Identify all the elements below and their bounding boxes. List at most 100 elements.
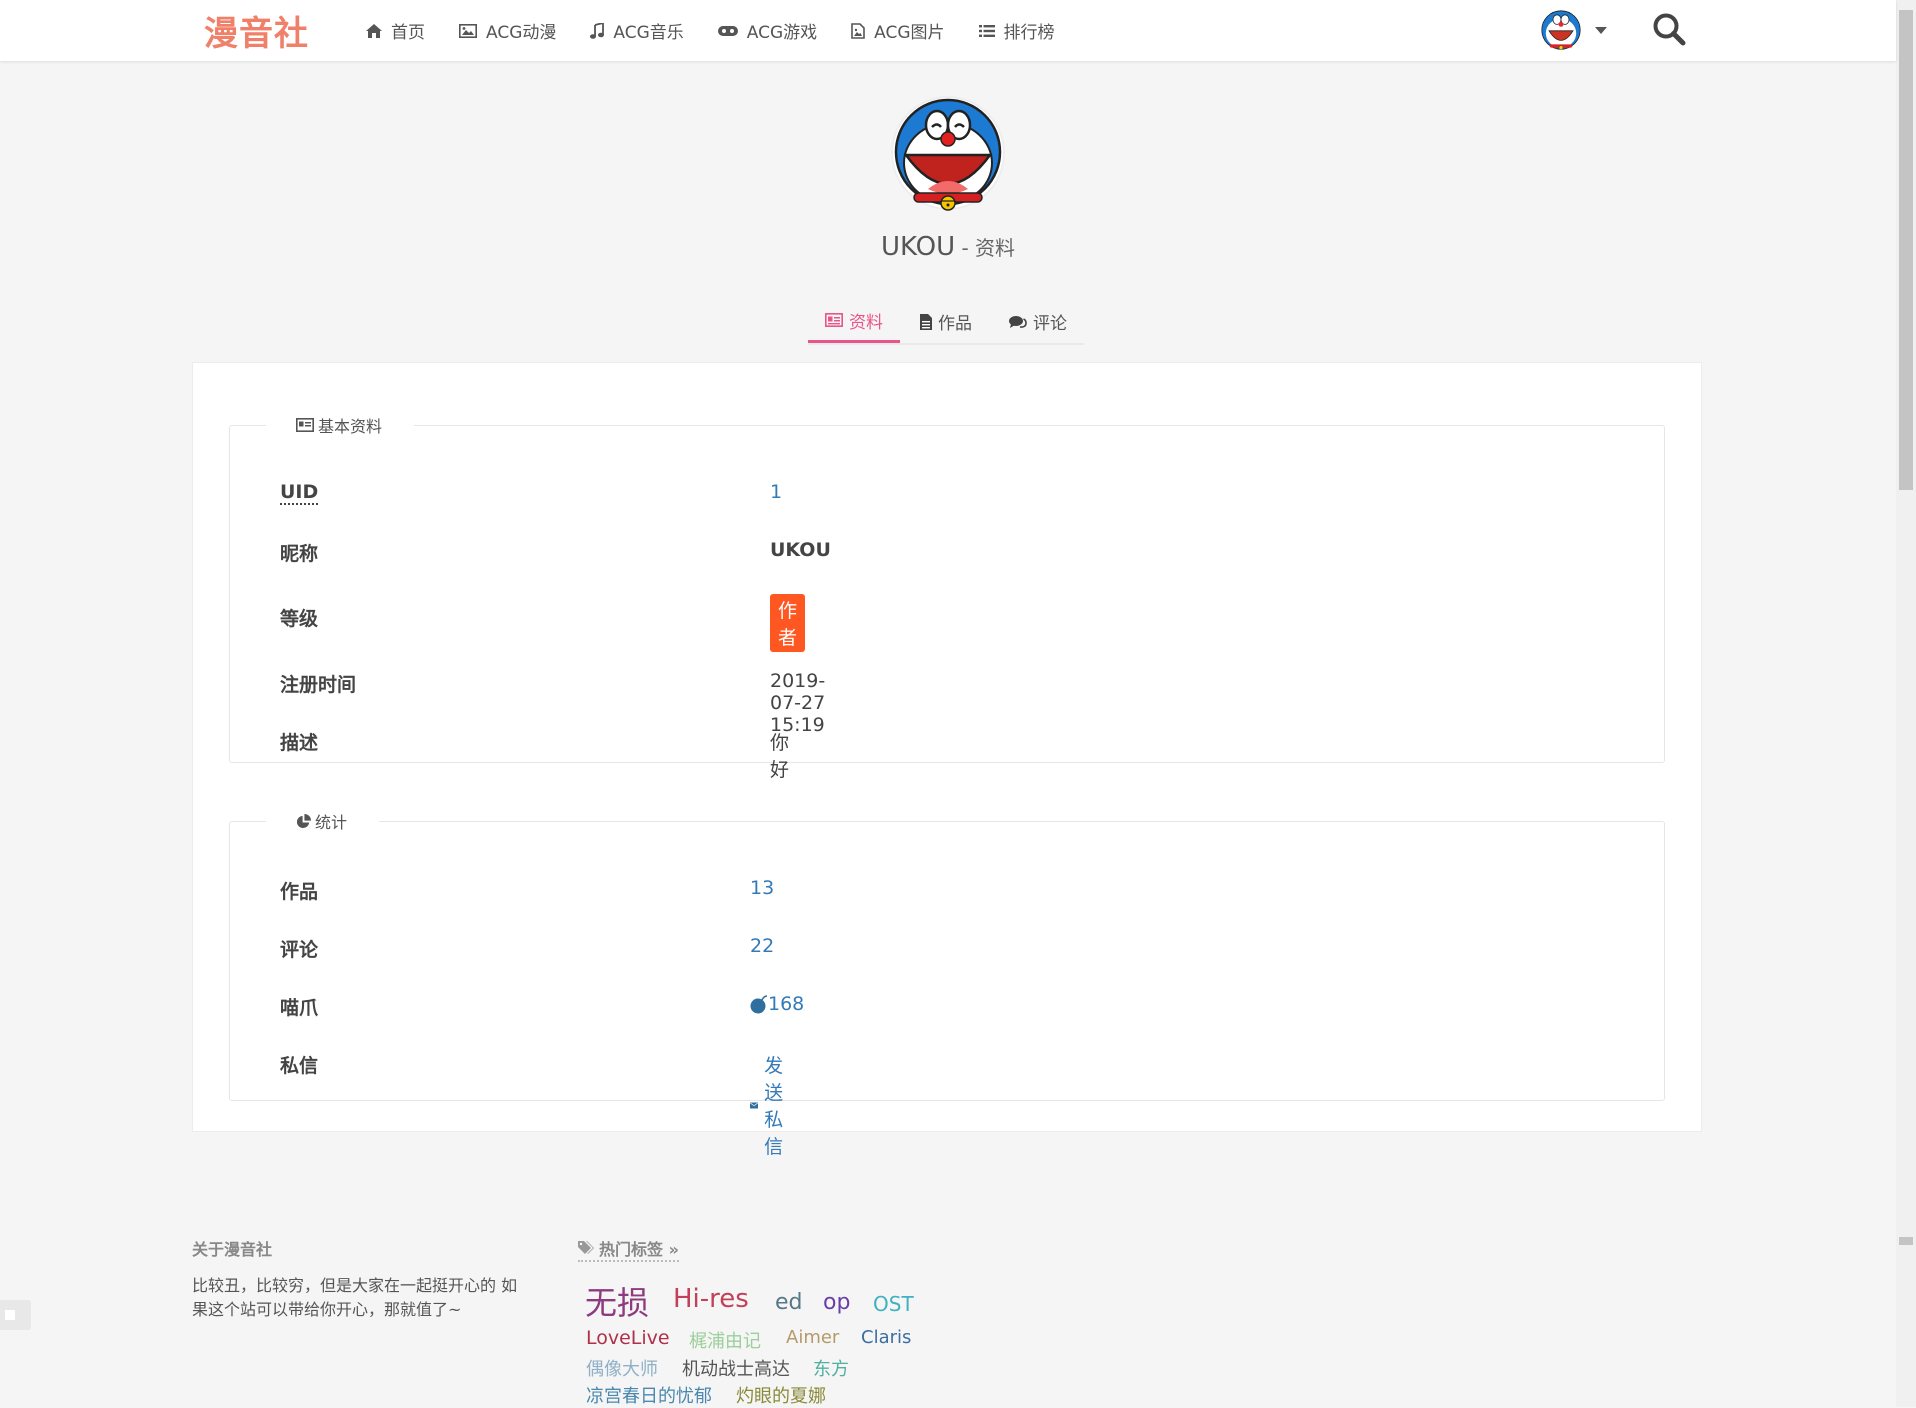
stats-row-message: 私信 发送私信 <box>280 1051 783 1158</box>
row-label: 描述 <box>280 732 319 754</box>
tag-link[interactable]: 梶浦由记 <box>689 1327 761 1353</box>
row-label: 作品 <box>280 881 319 903</box>
nav-item-ranking[interactable]: 排行榜 <box>978 18 1055 43</box>
avatar <box>1541 10 1581 50</box>
scrollbar-thumb[interactable] <box>1899 10 1913 490</box>
tab-label: 评论 <box>1033 314 1067 334</box>
stats-legend: 统计 <box>266 809 379 833</box>
description-value: 你好 <box>770 732 790 781</box>
comments-icon <box>1009 315 1027 328</box>
tag-link[interactable]: Hi-res <box>673 1284 749 1314</box>
paws-value: 168 <box>750 993 804 1015</box>
tag-link[interactable]: LoveLive <box>586 1327 670 1349</box>
nav-item-acg-anime[interactable]: ACG动漫 <box>459 18 556 43</box>
pie-chart-icon <box>296 813 311 828</box>
tag-link[interactable]: OST <box>873 1292 914 1316</box>
music-icon <box>590 22 605 39</box>
legend-text: 统计 <box>315 813 348 832</box>
tag-link[interactable]: 灼眼的夏娜 <box>736 1382 826 1408</box>
works-count-link[interactable]: 13 <box>750 877 774 899</box>
id-card-icon <box>825 313 843 327</box>
tag-link[interactable]: Aimer <box>786 1327 839 1348</box>
nav-item-acg-picture[interactable]: ACG图片 <box>851 18 945 43</box>
profile-title-suffix: - 资料 <box>955 236 1016 260</box>
tag-link[interactable]: Claris <box>861 1327 911 1348</box>
level-badge: 作者 <box>770 594 806 652</box>
nav-item-home[interactable]: 首页 <box>366 18 425 43</box>
file-image-icon <box>851 22 865 39</box>
site-logo[interactable]: 漫音社 <box>204 6 309 55</box>
send-message-label: 发送私信 <box>764 1055 784 1158</box>
stats-row-works: 作品 13 <box>280 877 774 904</box>
info-row-uid: UID 1 <box>280 481 782 505</box>
stats-row-comments: 评论 22 <box>280 935 774 962</box>
tab-label: 作品 <box>938 314 972 334</box>
register-time-value: 2019-07-27 15:19 <box>770 670 826 736</box>
footer-about-text: 比较丑，比较穷，但是大家在一起挺开心的 如果这个站可以带给你开心，那就值了~ <box>192 1276 518 1319</box>
scrollbar-marker <box>1899 1237 1913 1245</box>
info-row-nickname: 昵称 UKOU <box>280 539 831 566</box>
id-card-icon <box>296 418 314 432</box>
profile-tabs: 资料 作品 评论 <box>808 300 1084 345</box>
tag-link[interactable]: 偶像大师 <box>586 1355 658 1381</box>
profile-avatar <box>891 96 1005 211</box>
nav-item-label: 首页 <box>391 23 425 43</box>
nav-item-label: 排行榜 <box>1003 23 1055 43</box>
main-nav: 首页 ACG动漫 ACG音乐 ACG游戏 ACG图片 排行榜 <box>366 0 1089 61</box>
paws-count: 168 <box>768 993 805 1015</box>
search-button[interactable] <box>1652 12 1686 50</box>
tab-info[interactable]: 资料 <box>808 300 900 343</box>
legend-text: 基本资料 <box>318 417 383 436</box>
top-navbar: 漫音社 首页 ACG动漫 ACG音乐 ACG游戏 ACG图片 排行榜 <box>0 0 1896 61</box>
bomb-icon <box>750 995 768 1014</box>
row-label: 等级 <box>280 608 319 630</box>
stats-section: 统计 作品 13 评论 22 喵爪 168 私信 发送私信 <box>229 809 1665 1158</box>
send-message-link[interactable]: 发送私信 <box>750 1051 795 1159</box>
comments-count-link[interactable]: 22 <box>750 935 774 957</box>
profile-card: 基本资料 UID 1 昵称 UKOU 等级 作者 注册时间 2019-07-27… <box>192 362 1702 1158</box>
gamepad-icon <box>717 25 738 36</box>
basic-info-legend: 基本资料 <box>266 413 414 437</box>
info-row-level: 等级 作者 <box>280 594 806 652</box>
file-icon <box>920 313 932 330</box>
info-row-description: 描述 你好 <box>280 728 789 781</box>
side-float-widget[interactable] <box>0 1300 31 1330</box>
tab-works[interactable]: 作品 <box>900 300 992 343</box>
tag-link[interactable]: op <box>823 1290 850 1315</box>
image-icon <box>459 23 477 38</box>
nav-item-label: ACG图片 <box>874 23 945 43</box>
nav-item-label: ACG音乐 <box>613 23 684 43</box>
tag-link[interactable]: 机动战士高达 <box>682 1355 790 1381</box>
row-label: 喵爪 <box>280 997 319 1019</box>
search-icon <box>1653 13 1686 46</box>
row-label: 评论 <box>280 939 319 961</box>
uid-value[interactable]: 1 <box>770 481 782 503</box>
basic-info-section: 基本资料 UID 1 昵称 UKOU 等级 作者 注册时间 2019-07-27… <box>229 413 1665 781</box>
nav-item-acg-game[interactable]: ACG游戏 <box>717 18 818 43</box>
chevron-down-icon <box>1595 26 1607 34</box>
tag-link[interactable]: 凉宫春日的忧郁 <box>586 1382 712 1408</box>
nav-item-acg-music[interactable]: ACG音乐 <box>590 18 684 43</box>
tab-label: 资料 <box>849 312 883 333</box>
hot-tags-title: 热门标签 » <box>599 1240 679 1259</box>
list-icon <box>978 24 995 37</box>
tab-comments[interactable]: 评论 <box>992 300 1084 343</box>
page-title: UKOU - 资料 <box>0 232 1896 262</box>
info-row-register-time: 注册时间 2019-07-27 15:19 <box>280 670 825 736</box>
tag-link[interactable]: ed <box>775 1290 803 1315</box>
nav-item-label: ACG动漫 <box>486 23 557 43</box>
profile-name: UKOU <box>880 232 956 262</box>
tag-link[interactable]: 东方 <box>813 1355 849 1381</box>
hot-tags-link[interactable]: 热门标签 » <box>578 1236 679 1262</box>
row-label: 注册时间 <box>280 674 357 696</box>
nav-item-label: ACG游戏 <box>746 23 818 43</box>
row-label: UID <box>280 481 319 505</box>
footer: 关于漫音社 比较丑，比较穷，但是大家在一起挺开心的 如果这个站可以带给你开心，那… <box>0 1200 1896 1407</box>
stats-row-paws: 喵爪 168 <box>280 993 804 1020</box>
row-label: 昵称 <box>280 543 319 565</box>
tags-icon <box>578 1241 594 1254</box>
footer-about-title: 关于漫音社 <box>192 1240 273 1259</box>
envelope-icon <box>750 1101 759 1109</box>
user-menu[interactable] <box>1541 10 1607 50</box>
tag-link[interactable]: 无损 <box>585 1278 649 1324</box>
